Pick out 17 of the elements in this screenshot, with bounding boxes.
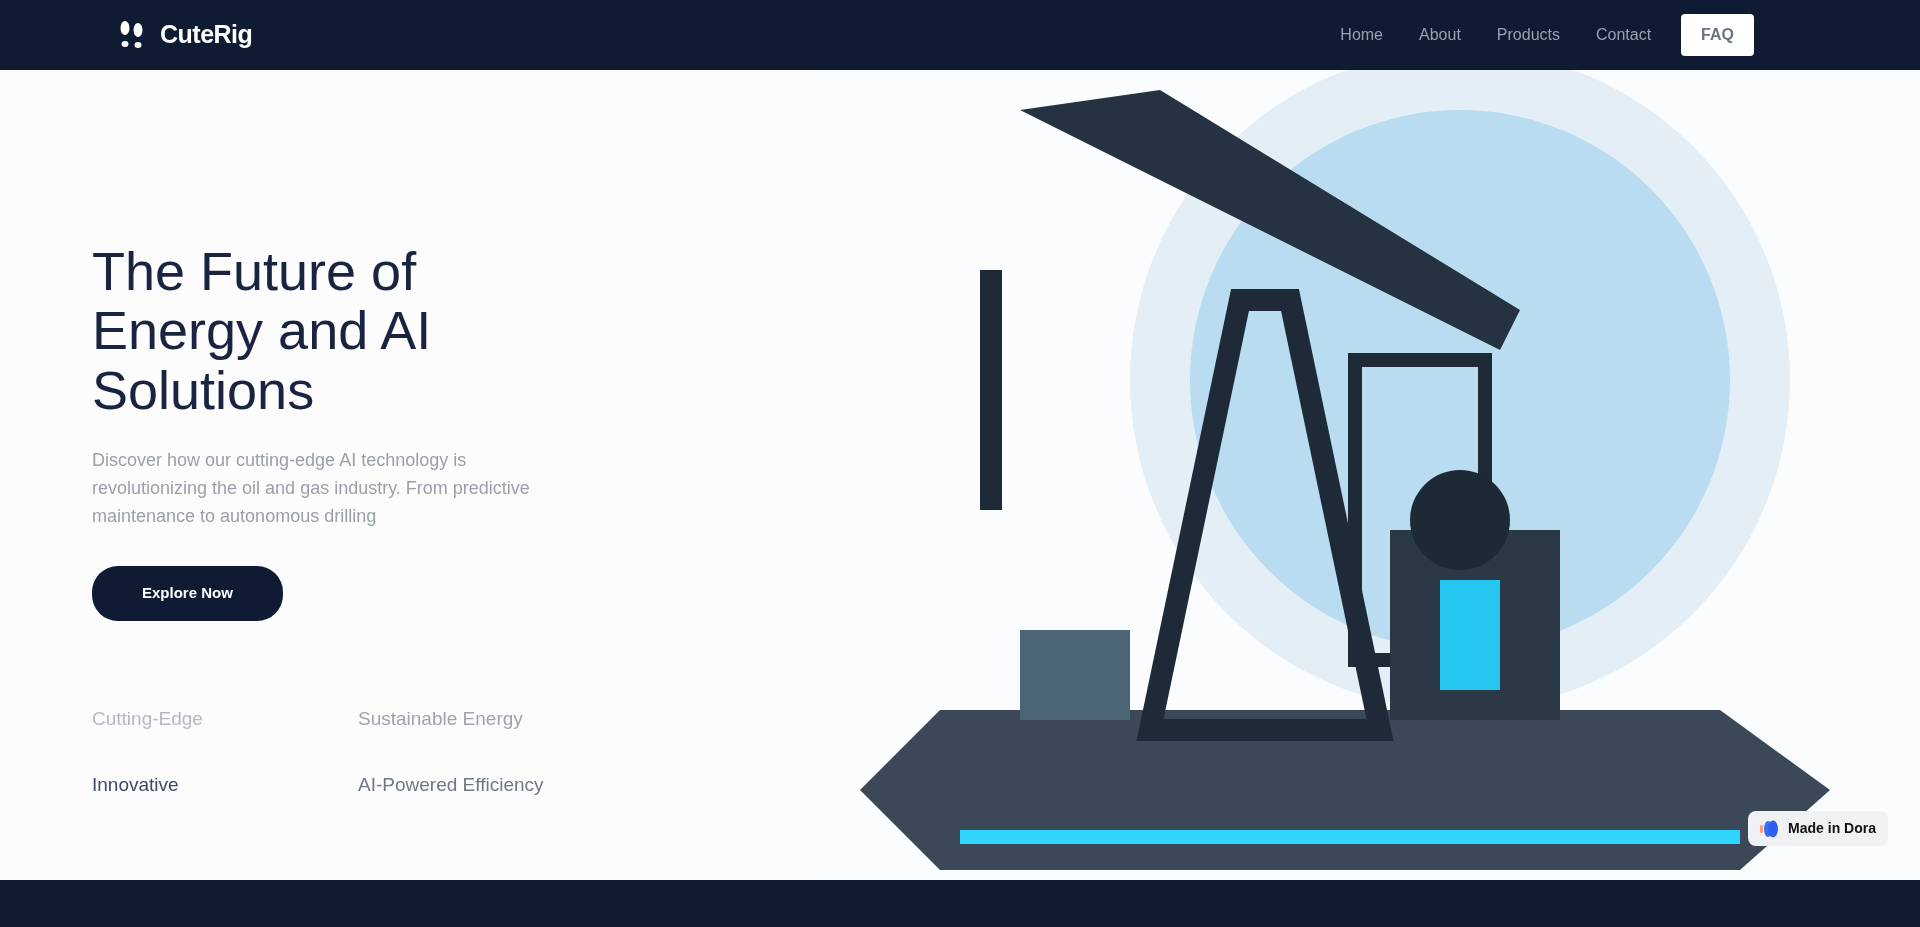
feature-label: Sustainable Energy [358, 706, 524, 731]
made-in-dora-badge[interactable]: Made in Dora [1748, 811, 1888, 846]
badge-label: Made in Dora [1788, 819, 1876, 838]
explore-button[interactable]: Explore Now [92, 566, 283, 621]
hero-title: The Future of Energy and AI Solutions [92, 242, 433, 421]
feature-label: AI-Powered Efficiency [358, 773, 545, 798]
brand-name[interactable]: CuteRig [160, 16, 253, 54]
faq-button[interactable]: FAQ [1681, 14, 1754, 56]
nav-link[interactable]: Contact [1577, 23, 1670, 47]
footprints-icon [120, 21, 144, 49]
feature-label: Cutting-Edge [92, 706, 204, 731]
nav-link[interactable]: Products [1478, 23, 1578, 47]
nav-link[interactable]: Home [1322, 23, 1401, 47]
feature-label: Innovative [92, 773, 180, 798]
nav-link[interactable]: About [1401, 23, 1479, 47]
hero-description: Discover how our cutting-edge AI technology is revolutionizing the oil and gas industry. From predictive maintenance to autonomous drilling [92, 449, 531, 529]
dora-logo-icon [1760, 819, 1781, 838]
